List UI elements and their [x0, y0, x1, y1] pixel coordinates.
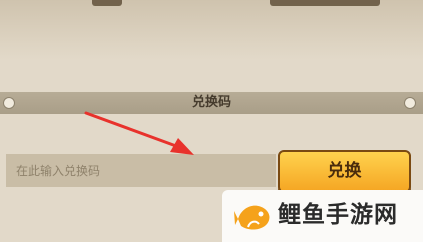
redeem-code-input[interactable]	[6, 154, 276, 187]
top-cutoff-element	[270, 0, 380, 6]
top-panel-background	[0, 0, 423, 60]
fish-logo-icon	[234, 205, 270, 230]
watermark-text: 鲤鱼手游网	[278, 202, 398, 228]
redeem-header-title: 兑换码	[191, 95, 231, 110]
top-cutoff-element	[92, 0, 122, 6]
redeem-button[interactable]: 兑换	[278, 150, 411, 193]
